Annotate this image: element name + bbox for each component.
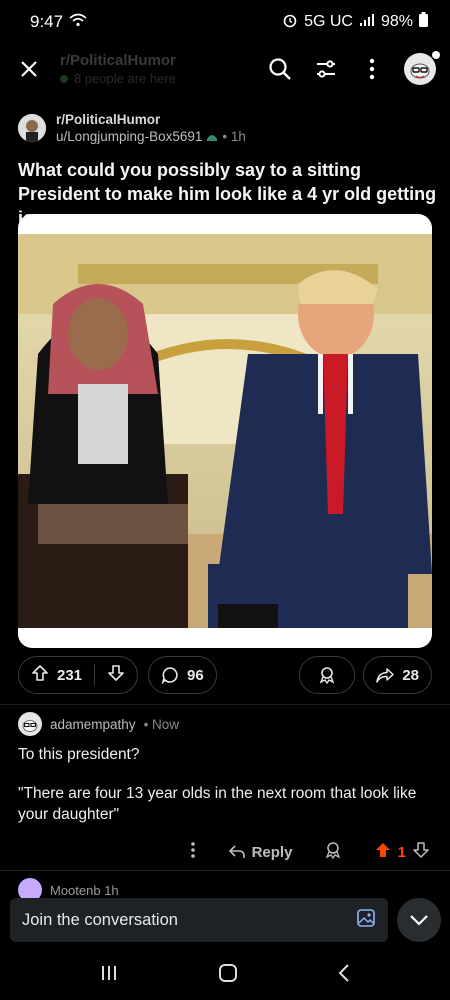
reply-button[interactable]: Reply — [228, 843, 293, 861]
comment-upvote-button[interactable] — [374, 841, 392, 863]
search-icon — [269, 58, 291, 80]
author-flair-icon — [206, 129, 218, 144]
network-label: 5G UC — [304, 13, 353, 30]
comment: adamempathy • Now To this president? "Th… — [18, 712, 432, 843]
chevron-down-icon — [410, 915, 428, 926]
upvote-icon — [32, 665, 48, 681]
divider — [0, 870, 450, 871]
header-subreddit[interactable]: r/PoliticalHumor 8 people are here — [60, 52, 266, 86]
post-author[interactable]: u/Longjumping-Box5691 — [56, 129, 202, 144]
more-vertical-icon — [369, 58, 375, 80]
user-avatar[interactable] — [404, 51, 440, 85]
award-button[interactable] — [299, 656, 356, 694]
close-icon — [21, 61, 37, 77]
comment-username[interactable]: adamempathy — [50, 717, 136, 732]
wifi-icon — [69, 13, 87, 32]
award-icon — [319, 667, 335, 684]
reply-icon — [228, 845, 245, 858]
more-options-button[interactable] — [358, 55, 386, 83]
online-dot-icon — [60, 74, 68, 83]
comment-more-button[interactable] — [190, 841, 196, 863]
close-button[interactable] — [14, 54, 44, 84]
divider — [0, 704, 450, 705]
top-bar: r/PoliticalHumor 8 people are here — [0, 44, 450, 94]
post-image[interactable] — [18, 214, 432, 648]
comment-score: 1 — [397, 843, 406, 861]
next-comment-button[interactable] — [397, 898, 441, 942]
next-comment-meta: Mootenb 1h — [50, 882, 119, 898]
recent-apps-button[interactable] — [99, 964, 119, 987]
post-actions: 231 96 28 — [18, 656, 432, 694]
comments-button[interactable]: 96 — [148, 656, 217, 694]
post-age: • 1h — [222, 129, 246, 144]
downvote-button[interactable] — [107, 664, 125, 686]
home-button[interactable] — [217, 962, 239, 989]
vote-pill: 231 — [18, 656, 139, 694]
back-icon — [338, 963, 349, 982]
sort-filter-button[interactable] — [312, 55, 340, 83]
comment-downvote-button[interactable] — [412, 841, 430, 863]
comment-icon — [161, 667, 178, 684]
signal-icon — [359, 13, 375, 32]
upvote-filled-icon — [375, 843, 390, 857]
battery-label: 98% — [380, 13, 413, 30]
comment-text-line2: "There are four 13 year olds in the next… — [18, 785, 417, 823]
status-time: 9:47 — [30, 12, 64, 31]
share-icon — [376, 668, 395, 683]
post-photo — [18, 234, 432, 628]
comment-body: To this president? "There are four 13 ye… — [18, 744, 432, 825]
downvote-icon — [108, 665, 124, 681]
battery-icon — [419, 12, 428, 32]
image-icon — [357, 908, 375, 927]
home-icon — [219, 963, 237, 982]
notification-dot — [432, 51, 440, 59]
comment-count: 96 — [187, 666, 204, 684]
upvote-count: 231 — [57, 666, 83, 684]
status-bar: 9:47 5G UC 98% — [0, 0, 450, 44]
join-placeholder: Join the conversation — [22, 910, 178, 929]
search-button[interactable] — [266, 55, 294, 83]
upvote-button[interactable] — [31, 664, 49, 686]
subreddit-icon — [18, 114, 46, 142]
more-vertical-icon — [191, 842, 195, 858]
filter-icon — [317, 60, 335, 78]
vote-divider — [94, 664, 96, 686]
subreddit-avatar[interactable] — [18, 114, 46, 142]
image-attach-button[interactable] — [356, 908, 376, 933]
comment-votes: 1 — [374, 841, 430, 863]
comment-time: • Now — [143, 716, 180, 732]
post-header: r/PoliticalHumor u/Longjumping-Box5691 •… — [18, 112, 246, 144]
snoo-avatar-icon — [410, 63, 430, 79]
header-subreddit-name: r/PoliticalHumor — [60, 52, 176, 69]
share-button[interactable]: 28 — [363, 656, 432, 694]
comment-award-button[interactable] — [324, 841, 342, 863]
online-count: 8 people are here — [74, 71, 176, 86]
recents-icon — [102, 965, 116, 980]
reply-label: Reply — [251, 843, 293, 861]
post-subreddit[interactable]: r/PoliticalHumor — [56, 112, 246, 127]
alarm-icon — [282, 12, 298, 33]
downvote-icon — [413, 842, 429, 858]
join-conversation-input[interactable]: Join the conversation — [10, 898, 388, 942]
back-button[interactable] — [337, 963, 351, 988]
comment-text-line1: To this president? — [18, 746, 140, 763]
award-icon — [325, 842, 341, 860]
snoo-avatar-icon — [22, 720, 38, 732]
comment-avatar[interactable] — [18, 712, 42, 736]
share-count: 28 — [402, 666, 419, 684]
comment-actions: Reply 1 — [190, 838, 430, 866]
system-nav-bar — [0, 950, 450, 1000]
